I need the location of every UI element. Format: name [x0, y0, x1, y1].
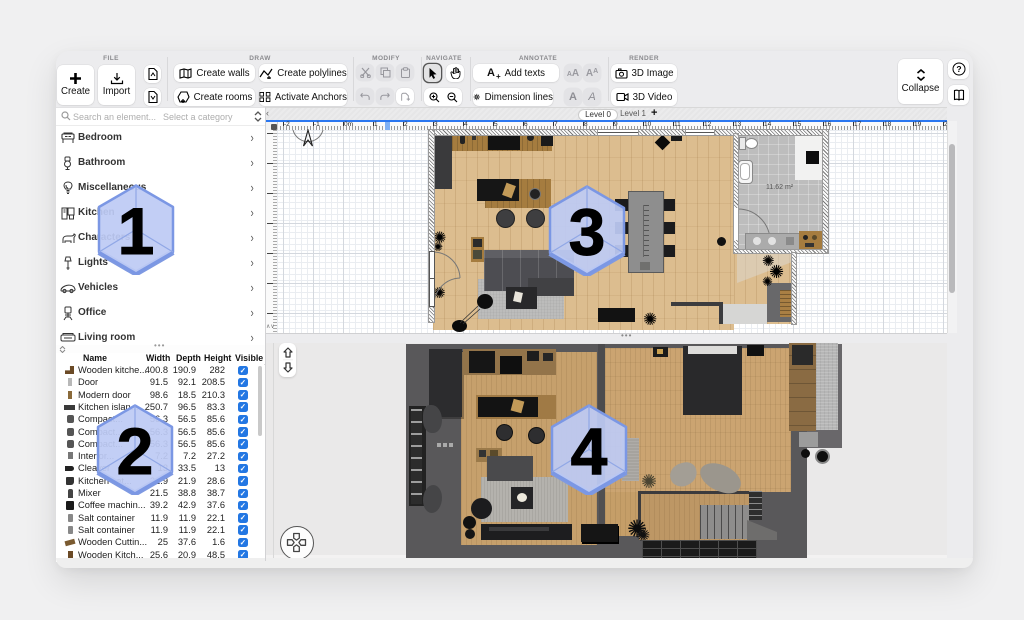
svg-text:?: ? [956, 64, 961, 74]
